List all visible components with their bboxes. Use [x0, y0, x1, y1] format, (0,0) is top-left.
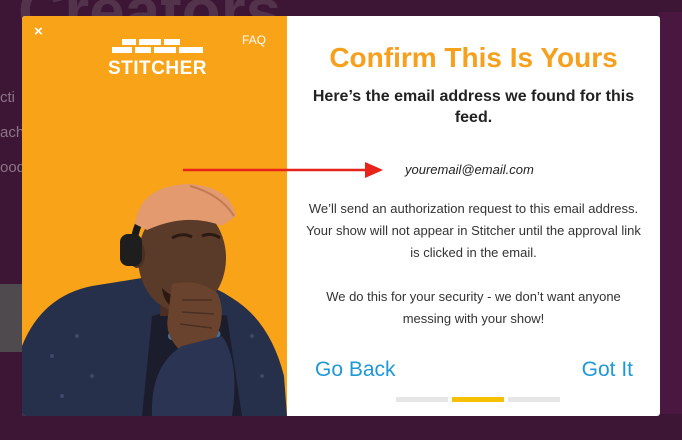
- arrow-right-icon: [183, 162, 383, 178]
- background-text-line: ach: [0, 124, 25, 141]
- email-address: youremail@email.com: [405, 162, 534, 177]
- background-block: [0, 284, 24, 352]
- background-strip: [658, 12, 682, 414]
- promo-panel: × FAQ STITCHER: [22, 16, 287, 416]
- content-panel: Confirm This Is Yours Here’s the email a…: [287, 16, 660, 416]
- modal-subtitle: Here’s the email address we found for th…: [312, 88, 635, 126]
- go-back-button[interactable]: Go Back: [315, 358, 396, 382]
- step-indicator: [396, 397, 560, 402]
- got-it-button[interactable]: Got It: [582, 358, 633, 382]
- modal-title: Confirm This Is Yours: [329, 42, 618, 73]
- step-2: [452, 397, 504, 402]
- security-text: We do this for your security - we don’t …: [326, 289, 621, 326]
- step-3: [508, 397, 560, 402]
- authorization-text: We’ll send an authorization request to t…: [306, 201, 641, 260]
- person-photo: [22, 184, 287, 416]
- step-1: [396, 397, 448, 402]
- confirm-modal: × FAQ STITCHER Confirm This Is Yours Her…: [22, 16, 660, 416]
- background-text-line: cti: [0, 89, 15, 106]
